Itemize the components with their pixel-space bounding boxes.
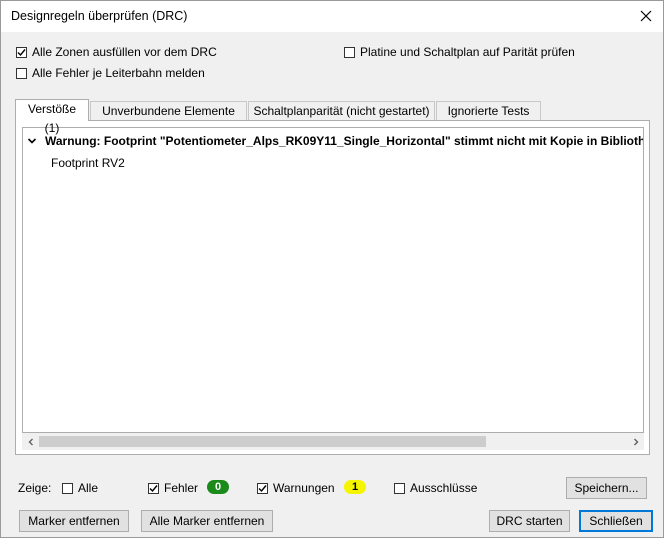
- save-button[interactable]: Speichern...: [566, 477, 647, 499]
- violation-text: Warnung: Footprint "Potentiometer_Alps_R…: [45, 134, 644, 148]
- filter-warnings-checkbox[interactable]: [257, 482, 268, 494]
- errors-count-badge: 0: [207, 480, 229, 494]
- arrow-right-icon: [633, 438, 638, 445]
- violation-item[interactable]: Warnung: Footprint "Potentiometer_Alps_R…: [27, 134, 644, 148]
- drc-dialog: Designregeln überprüfen (DRC) Alle Zonen…: [0, 0, 664, 538]
- filter-errors-checkbox[interactable]: [148, 482, 159, 494]
- parity-check-label: Platine und Schaltplan auf Parität prüfe…: [360, 45, 575, 59]
- filter-warnings-label: Warnungen: [273, 481, 335, 495]
- filter-all-option[interactable]: Alle: [62, 481, 98, 495]
- violations-panel: Warnung: Footprint "Potentiometer_Alps_R…: [15, 120, 650, 455]
- tab-unconnected[interactable]: Unverbundene Elemente (0): [90, 101, 247, 137]
- close-window-button[interactable]: [635, 5, 657, 27]
- filter-errors-option[interactable]: Fehler: [148, 481, 198, 495]
- parity-check-checkbox[interactable]: [344, 46, 355, 58]
- close-icon: [640, 10, 652, 22]
- fill-zones-label: Alle Zonen ausfüllen vor dem DRC: [32, 45, 217, 59]
- horizontal-scrollbar[interactable]: [22, 433, 644, 450]
- filter-exclusions-checkbox[interactable]: [394, 482, 405, 494]
- scroll-right-button[interactable]: [627, 433, 644, 450]
- run-drc-button[interactable]: DRC starten: [489, 510, 570, 532]
- checkmark-icon: [258, 484, 267, 492]
- report-all-errors-label: Alle Fehler je Leiterbahn melden: [32, 66, 205, 80]
- chevron-down-icon[interactable]: [27, 136, 37, 146]
- title-bar: Designregeln überprüfen (DRC): [1, 1, 663, 32]
- report-all-errors-checkbox[interactable]: [16, 67, 27, 79]
- scrollbar-thumb[interactable]: [39, 436, 486, 447]
- fill-zones-checkbox[interactable]: [16, 46, 27, 58]
- checkmark-icon: [149, 484, 158, 492]
- filter-exclusions-label: Ausschlüsse: [410, 481, 478, 495]
- remove-all-markers-button[interactable]: Alle Marker entfernen: [141, 510, 273, 532]
- filter-all-label: Alle: [78, 481, 99, 495]
- filter-warnings-option[interactable]: Warnungen: [257, 481, 335, 495]
- window-title: Designregeln überprüfen (DRC): [11, 9, 188, 23]
- arrow-left-icon: [28, 438, 33, 445]
- tab-ignored-tests[interactable]: Ignorierte Tests (6): [436, 101, 541, 137]
- checkmark-icon: [17, 48, 26, 56]
- close-button[interactable]: Schließen: [579, 510, 653, 532]
- parity-check-option[interactable]: Platine und Schaltplan auf Parität prüfe…: [344, 45, 575, 59]
- fill-zones-option[interactable]: Alle Zonen ausfüllen vor dem DRC: [16, 45, 217, 59]
- filter-label: Zeige:: [18, 481, 52, 495]
- filter-exclusions-option[interactable]: Ausschlüsse: [394, 481, 477, 495]
- filter-errors-label: Fehler: [164, 481, 199, 495]
- violation-detail[interactable]: Footprint RV2: [51, 156, 125, 170]
- filter-all-checkbox[interactable]: [62, 482, 73, 494]
- report-all-errors-option[interactable]: Alle Fehler je Leiterbahn melden: [16, 66, 205, 80]
- tab-violations[interactable]: Verstöße (1): [15, 99, 89, 135]
- remove-markers-button[interactable]: Marker entfernen: [19, 510, 129, 532]
- tab-schematic-parity[interactable]: Schaltplanparität (nicht gestartet): [248, 101, 435, 120]
- scroll-left-button[interactable]: [22, 433, 39, 450]
- warnings-count-badge: 1: [344, 480, 366, 494]
- violations-tree[interactable]: Warnung: Footprint "Potentiometer_Alps_R…: [22, 127, 644, 433]
